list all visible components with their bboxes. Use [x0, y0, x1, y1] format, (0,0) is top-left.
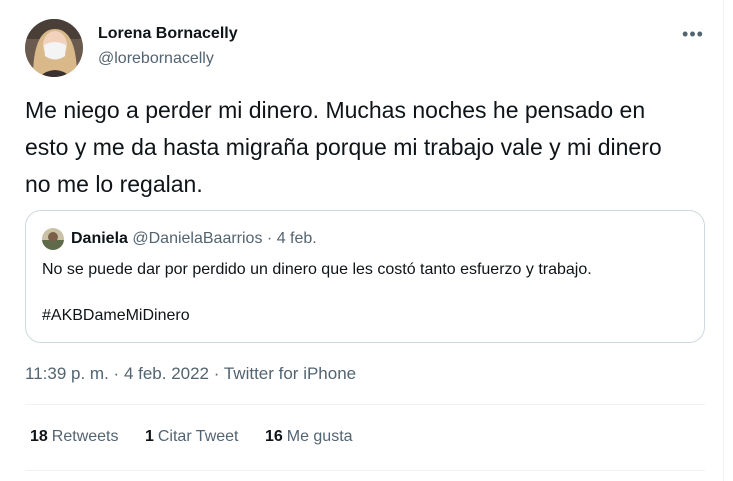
- author-avatar[interactable]: [25, 19, 83, 77]
- source-separator: ·: [213, 364, 220, 383]
- quoted-date: 4 feb.: [276, 230, 317, 247]
- retweets-label: Retweets: [51, 428, 119, 445]
- likes-count: 16: [264, 428, 283, 445]
- quoted-hashtag[interactable]: #AKBDameMiDinero: [42, 307, 190, 325]
- quoted-avatar-photo: [42, 228, 64, 250]
- quoted-tweet-text: No se puede dar por perdido un dinero qu…: [42, 261, 592, 278]
- quotes-label: Citar Tweet: [157, 428, 239, 445]
- divider: [25, 470, 705, 471]
- quotes-count: 1: [144, 428, 154, 445]
- likes-label: Me gusta: [286, 428, 353, 445]
- quoted-tweet-header: Daniela @DanielaBaarrios · 4 feb.: [71, 230, 317, 248]
- likes-stat[interactable]: 16 Me gusta: [265, 428, 353, 445]
- divider: [25, 404, 705, 405]
- author-display-name[interactable]: Lorena Bornacelly: [98, 25, 238, 43]
- quoted-author-handle: @DanielaBaarrios: [132, 230, 263, 247]
- timestamp-separator: ·: [113, 364, 120, 383]
- tweet-stats: 18 Retweets 1 Citar Tweet 16 Me gusta: [30, 428, 375, 446]
- more-horizontal-icon: •••: [682, 24, 704, 44]
- tweet-text: Me niego a perder mi dinero. Muchas noch…: [25, 97, 662, 197]
- quoted-tweet[interactable]: Daniela @DanielaBaarrios · 4 feb. No se …: [25, 210, 705, 343]
- tweet-timestamp: 11:39 p. m. · 4 feb. 2022 · Twitter for …: [25, 364, 356, 384]
- quote-tweets-stat[interactable]: 1 Citar Tweet: [145, 428, 239, 445]
- retweets-stat[interactable]: 18 Retweets: [30, 428, 119, 445]
- tweet-date-link[interactable]: 4 feb. 2022: [124, 364, 209, 383]
- more-options-button[interactable]: •••: [678, 22, 708, 46]
- tweet-source-link[interactable]: Twitter for iPhone: [224, 364, 356, 383]
- quoted-author-avatar: [42, 228, 64, 250]
- tweet-card: Lorena Bornacelly @lorebornacelly ••• Me…: [0, 0, 724, 481]
- quoted-separator: ·: [266, 230, 273, 247]
- author-handle[interactable]: @lorebornacelly: [98, 50, 214, 68]
- quoted-author-name: Daniela: [71, 230, 128, 247]
- retweets-count: 18: [30, 428, 48, 445]
- tweet-time-link[interactable]: 11:39 p. m.: [25, 364, 109, 383]
- avatar-photo: [25, 19, 83, 77]
